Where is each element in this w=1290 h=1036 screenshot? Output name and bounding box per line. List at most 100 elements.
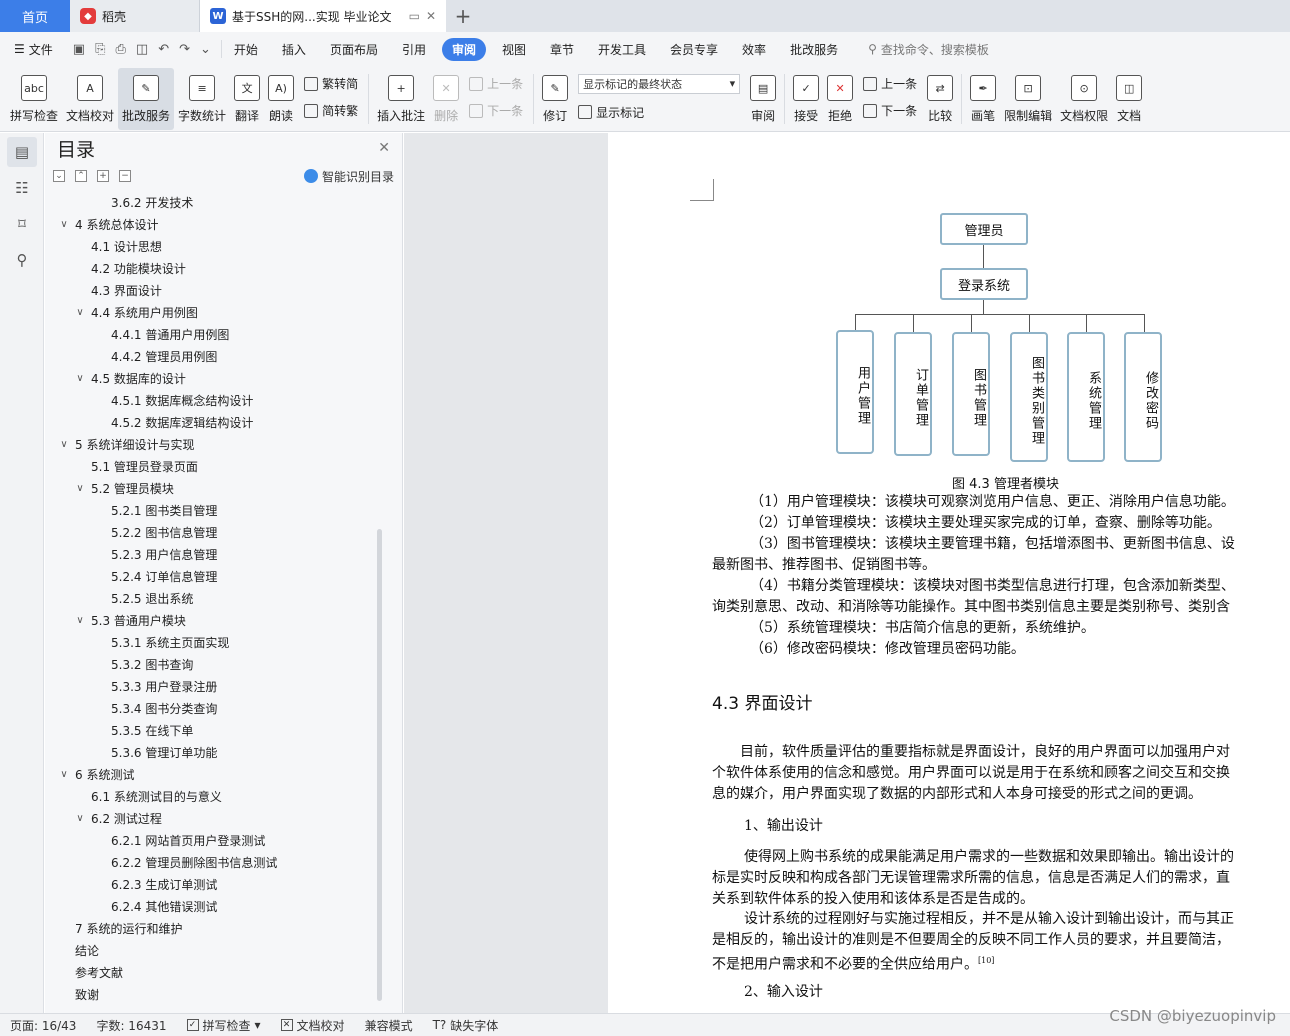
toc-item[interactable]: ∨ 5.2 管理员模块: [45, 477, 375, 499]
bookmark-icon[interactable]: ⌑: [7, 209, 37, 239]
toc-item[interactable]: 5.3.1 系统主页面实现: [45, 631, 375, 653]
toc-item[interactable]: ∨ 6.2 测试过程: [45, 807, 375, 829]
tab-document[interactable]: W 基于SSH的网...实现 毕业论文 ▭ ✕: [200, 0, 446, 32]
menu-view[interactable]: 视图: [490, 38, 538, 61]
toc-item[interactable]: 3.6.2 开发技术: [45, 191, 375, 213]
simp-to-trad-button[interactable]: 简转繁: [304, 102, 358, 119]
toc-item[interactable]: 5.3.5 在线下单: [45, 719, 375, 741]
toc-item[interactable]: ∨ 6 系统测试: [45, 763, 375, 785]
menu-section[interactable]: 章节: [538, 38, 586, 61]
menu-home[interactable]: 开始: [222, 38, 270, 61]
read-aloud-button[interactable]: A) 朗读: [264, 68, 298, 130]
toc-item[interactable]: 4.5.2 数据库逻辑结构设计: [45, 411, 375, 433]
word-count-button[interactable]: ≡ 字数统计: [174, 68, 230, 130]
toc-item[interactable]: 5.3.2 图书查询: [45, 653, 375, 675]
menu-page-layout[interactable]: 页面布局: [318, 38, 390, 61]
toc-item[interactable]: 4.4.1 普通用户用例图: [45, 323, 375, 345]
toc-panel-icon[interactable]: ▤: [7, 137, 37, 167]
tab-pin-icon[interactable]: ▭: [409, 9, 420, 23]
toc-item[interactable]: 5.2.5 退出系统: [45, 587, 375, 609]
next-comment-button[interactable]: 下一条: [469, 102, 523, 119]
toc-item[interactable]: 参考文献: [45, 961, 375, 983]
toc-item[interactable]: 5.3.3 用户登录注册: [45, 675, 375, 697]
chevron-down-icon[interactable]: ⌄: [200, 42, 211, 57]
status-spell-check[interactable]: ✓ 拼写检查 ▾: [177, 1017, 271, 1034]
menu-insert[interactable]: 插入: [270, 38, 318, 61]
pen-button[interactable]: ✒ 画笔: [966, 68, 1000, 130]
doc-more-button[interactable]: ◫ 文档: [1112, 68, 1146, 130]
toc-item[interactable]: 5.2.3 用户信息管理: [45, 543, 375, 565]
toc-item[interactable]: ∨ 4 系统总体设计: [45, 213, 375, 235]
doc-permission-button[interactable]: ⊙ 文档权限: [1056, 68, 1112, 130]
reject-button[interactable]: ✕ 拒绝: [823, 68, 857, 130]
toc-item[interactable]: 6.2.4 其他错误测试: [45, 895, 375, 917]
plus-icon[interactable]: +: [446, 0, 480, 32]
compare-button[interactable]: ⇄ 比较: [923, 68, 957, 130]
show-markup-button[interactable]: 显示标记: [578, 104, 740, 121]
toc-item[interactable]: 4.3 界面设计: [45, 279, 375, 301]
review-pane-button[interactable]: ▤ 审阅: [746, 68, 780, 130]
close-icon[interactable]: ✕: [378, 140, 390, 156]
toc-item[interactable]: 6.1 系统测试目的与意义: [45, 785, 375, 807]
chevron-down-icon[interactable]: ∨: [57, 769, 71, 780]
toc-item[interactable]: 4.1 设计思想: [45, 235, 375, 257]
remove-heading-icon[interactable]: −: [119, 170, 131, 182]
toc-item[interactable]: 6.2.3 生成订单测试: [45, 873, 375, 895]
chevron-down-icon[interactable]: ∨: [57, 439, 71, 450]
chevron-down-icon[interactable]: ∨: [73, 373, 87, 384]
print-icon[interactable]: ⎙: [115, 42, 125, 57]
toc-item[interactable]: 结论: [45, 939, 375, 961]
toc-item[interactable]: 7 系统的运行和维护: [45, 917, 375, 939]
toc-item[interactable]: 5.2.1 图书类目管理: [45, 499, 375, 521]
command-search[interactable]: ⚲ 查找命令、搜索模板: [850, 41, 989, 58]
toc-item[interactable]: 4.4.2 管理员用例图: [45, 345, 375, 367]
preview-icon[interactable]: ◫: [136, 42, 148, 57]
file-menu[interactable]: ☰ 文件: [0, 41, 63, 58]
search-icon[interactable]: ⚲: [7, 245, 37, 275]
tab-daoke[interactable]: ◆ 稻壳: [70, 0, 200, 32]
toc-item[interactable]: ∨ 5 系统详细设计与实现: [45, 433, 375, 455]
insert-comment-button[interactable]: + 插入批注: [373, 68, 429, 130]
spell-check-button[interactable]: abc 拼写检查: [6, 68, 62, 130]
doc-proof-button[interactable]: A 文档校对: [62, 68, 118, 130]
nav-pane-icon[interactable]: ☷: [7, 173, 37, 203]
toc-item[interactable]: 5.3.6 管理订单功能: [45, 741, 375, 763]
menu-grading[interactable]: 批改服务: [778, 38, 850, 61]
smart-toc-button[interactable]: 智能识别目录: [303, 168, 394, 185]
markup-state-select[interactable]: 显示标记的最终状态 ▾: [578, 73, 741, 94]
save-icon[interactable]: ▣: [73, 42, 85, 57]
menu-member[interactable]: 会员专享: [658, 38, 730, 61]
menu-efficiency[interactable]: 效率: [730, 38, 778, 61]
toc-item[interactable]: ∨ 5.3 普通用户模块: [45, 609, 375, 631]
toc-item[interactable]: 6.2.2 管理员删除图书信息测试: [45, 851, 375, 873]
next-change-button[interactable]: 下一条: [863, 102, 917, 119]
chevron-down-icon[interactable]: ∨: [73, 615, 87, 626]
collapse-up-icon[interactable]: ⌃: [75, 170, 87, 182]
word-count-indicator[interactable]: 字数: 16431: [86, 1017, 176, 1034]
accept-button[interactable]: ✓ 接受: [789, 68, 823, 130]
chevron-down-icon[interactable]: ∨: [73, 483, 87, 494]
menu-references[interactable]: 引用: [390, 38, 438, 61]
document-page[interactable]: 管理员 登录系统 用户管理 订单管理 图书管理 图书类别管理 系统管理 修改密码…: [608, 133, 1290, 1013]
toc-item[interactable]: ∨ 4.4 系统用户用例图: [45, 301, 375, 323]
toc-item[interactable]: 6.2.1 网站首页用户登录测试: [45, 829, 375, 851]
menu-review[interactable]: 审阅: [441, 37, 486, 61]
toc-item[interactable]: 4.5.1 数据库概念结构设计: [45, 389, 375, 411]
toc-item[interactable]: 5.2.2 图书信息管理: [45, 521, 375, 543]
toc-item[interactable]: 5.1 管理员登录页面: [45, 455, 375, 477]
tab-close-icon[interactable]: ✕: [426, 9, 436, 23]
restrict-edit-button[interactable]: ⊡ 限制编辑: [1000, 68, 1056, 130]
menu-developer[interactable]: 开发工具: [586, 38, 658, 61]
grading-button[interactable]: ✎ 批改服务: [118, 68, 175, 130]
prev-change-button[interactable]: 上一条: [863, 75, 917, 92]
toc-item[interactable]: 5.2.4 订单信息管理: [45, 565, 375, 587]
expand-down-icon[interactable]: ⌄: [53, 170, 65, 182]
toc-item[interactable]: 致谢: [45, 983, 375, 1005]
tab-home[interactable]: 首页: [0, 0, 70, 32]
missing-font-button[interactable]: T? 缺失字体: [423, 1017, 509, 1034]
undo-icon[interactable]: ↶: [158, 42, 169, 57]
status-doc-proof[interactable]: ✕ 文档校对: [271, 1017, 355, 1034]
trad-to-simp-button[interactable]: 繁转简: [304, 75, 358, 92]
toc-item[interactable]: ∨ 4.5 数据库的设计: [45, 367, 375, 389]
page-indicator[interactable]: 页面: 16/43: [0, 1017, 86, 1034]
